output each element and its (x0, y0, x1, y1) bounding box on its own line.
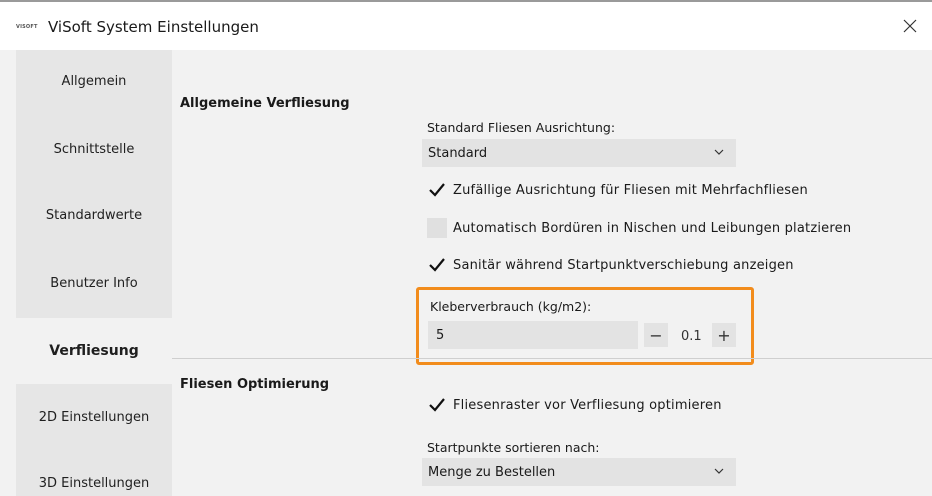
increment-button[interactable]: + (712, 323, 736, 347)
section-title-allgemeine-verfliesung: Allgemeine Verfliesung (180, 96, 350, 111)
checkbox-label: Sanitär während Startpunktverschiebung a… (453, 257, 794, 273)
sidebar-item-2d-einstellungen[interactable]: 2D Einstellungen (16, 384, 172, 450)
sort-select-value: Menge zu Bestellen (428, 464, 556, 480)
decrement-button[interactable]: − (644, 323, 668, 347)
app-logo: VISOFT (16, 24, 38, 30)
alignment-select[interactable]: Standard (422, 139, 736, 167)
checkmark-icon (429, 183, 445, 197)
sort-label: Startpunkte sortieren nach: (427, 440, 600, 455)
checkbox-box[interactable] (427, 218, 447, 238)
sidebar-item-label: Benutzer Info (50, 275, 138, 291)
alignment-select-value: Standard (428, 145, 488, 161)
sidebar-item-label: Verfliesung (49, 343, 139, 359)
sidebar-item-label: Allgemein (61, 73, 127, 89)
checkbox-label: Zufällige Ausrichtung für Fliesen mit Me… (453, 182, 808, 198)
sidebar-item-benutzer-info[interactable]: Benutzer Info (16, 250, 172, 316)
checkbox-random-alignment[interactable]: Zufällige Ausrichtung für Fliesen mit Me… (427, 180, 808, 200)
sidebar-item-label: Standardwerte (45, 207, 143, 223)
adhesive-value: 5 (436, 327, 445, 343)
close-button[interactable] (896, 12, 924, 40)
sidebar-item-allgemein[interactable]: Allgemein (16, 50, 172, 116)
checkbox-box[interactable] (427, 395, 447, 415)
settings-content: Allgemeine Verfliesung Standard Fliesen … (172, 50, 932, 496)
sidebar-item-label: 3D Einstellungen (38, 475, 150, 491)
window-title: ViSoft System Einstellungen (48, 18, 259, 36)
minus-icon: − (649, 325, 663, 345)
checkbox-auto-border[interactable]: Automatisch Bordüren in Nischen und Leib… (427, 218, 851, 238)
chevron-down-icon (714, 468, 724, 474)
sidebar: Allgemein Schnittstelle Standardwerte Be… (16, 50, 172, 496)
plus-icon: + (717, 325, 731, 345)
checkbox-label: Fliesenraster vor Verfliesung optimieren (453, 397, 722, 413)
checkmark-icon (429, 398, 445, 412)
checkbox-box[interactable] (427, 255, 447, 275)
section-title-fliesen-optimierung: Fliesen Optimierung (180, 377, 330, 392)
chevron-down-icon (714, 149, 724, 155)
alignment-label: Standard Fliesen Ausrichtung: (427, 120, 616, 135)
adhesive-input[interactable]: 5 (428, 321, 638, 349)
close-icon (903, 19, 917, 33)
sidebar-item-3d-einstellungen[interactable]: 3D Einstellungen (16, 450, 172, 496)
checkbox-sanitary-display[interactable]: Sanitär während Startpunktverschiebung a… (427, 255, 794, 275)
sidebar-item-schnittstelle[interactable]: Schnittstelle (16, 116, 172, 182)
step-value: 0.1 (681, 329, 702, 344)
sidebar-item-label: 2D Einstellungen (38, 409, 150, 425)
sidebar-item-verfliesung[interactable]: Verfliesung (16, 318, 172, 384)
checkbox-optimize-grid[interactable]: Fliesenraster vor Verfliesung optimieren (427, 395, 722, 415)
checkbox-label: Automatisch Bordüren in Nischen und Leib… (453, 220, 852, 236)
sidebar-item-standardwerte[interactable]: Standardwerte (16, 182, 172, 248)
adhesive-label: Kleberverbrauch (kg/m2): (430, 299, 592, 314)
checkmark-icon (429, 258, 445, 272)
sidebar-item-label: Schnittstelle (53, 141, 135, 157)
sort-select[interactable]: Menge zu Bestellen (422, 458, 736, 486)
settings-window: VISOFT ViSoft System Einstellungen Allge… (0, 0, 932, 496)
section-divider (172, 358, 932, 359)
title-bar: VISOFT ViSoft System Einstellungen (0, 2, 932, 50)
checkbox-box[interactable] (427, 180, 447, 200)
